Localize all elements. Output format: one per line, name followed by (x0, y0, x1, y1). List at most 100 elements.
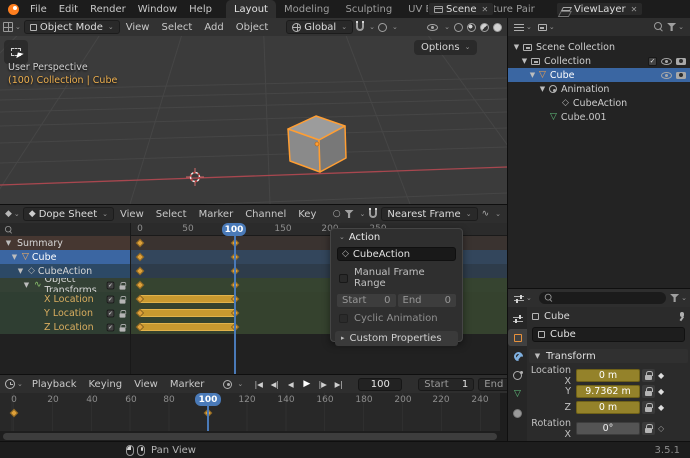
snap-icon[interactable] (369, 210, 377, 218)
channel-enable-checkbox[interactable]: ✓ (107, 309, 115, 317)
channel-x-location[interactable]: X Location ✓ (0, 292, 130, 306)
current-frame-field[interactable]: 100 (358, 378, 402, 391)
workspace-tab-modeling[interactable]: Modeling (276, 0, 338, 18)
jump-to-end-button[interactable]: ▶| (331, 380, 346, 389)
menu-render[interactable]: Render (84, 4, 132, 15)
keyframe-diamond[interactable] (10, 409, 18, 417)
manual-frame-range-checkbox[interactable]: Manual Frame Range (339, 267, 454, 289)
shading-material-icon[interactable] (480, 23, 489, 32)
start-frame-field[interactable]: Start 1 (418, 378, 474, 391)
lock-button[interactable] (642, 385, 655, 398)
hide-eye-icon[interactable] (661, 58, 672, 65)
view-layer-remove-button[interactable]: ✕ (631, 5, 638, 14)
tab-object-data[interactable]: ▽ (508, 386, 527, 403)
snap-mode-selector[interactable]: Nearest Frame ⌄ (381, 207, 477, 221)
menu-view[interactable]: View (128, 379, 164, 390)
disclosure-triangle-icon[interactable]: ▼ (538, 86, 547, 93)
tab-modifiers[interactable] (508, 348, 527, 365)
scene-selector[interactable]: Scene ✕ (428, 2, 494, 16)
playhead-line[interactable] (234, 223, 236, 374)
timeline-editor-type-button[interactable]: ⌄ (2, 376, 26, 392)
dopesheet-editor-type-button[interactable]: ◆ ⌄ (2, 206, 23, 222)
search-icon[interactable] (5, 226, 13, 234)
location-y-input[interactable]: 9.7362 m (576, 385, 640, 398)
playhead-frame-chip[interactable]: 100 (222, 223, 246, 236)
lock-icon[interactable] (120, 285, 126, 289)
disclosure-triangle-icon[interactable]: ▼ (4, 240, 13, 247)
menu-marker[interactable]: Marker (193, 209, 240, 220)
outliner-row-cube-001[interactable]: ▽ Cube.001 (508, 110, 690, 124)
keyframe-decorator-icon[interactable]: ◆ (658, 371, 664, 380)
menu-view[interactable]: View (114, 209, 150, 220)
object-name-field[interactable]: Cube (532, 327, 685, 342)
outliner-row-cube[interactable]: ▼ ▽ Cube (508, 68, 690, 82)
menu-file[interactable]: File (24, 4, 53, 15)
outliner-row-collection[interactable]: ▼ Collection ✓ (508, 54, 690, 68)
outliner-filter-button[interactable]: ⌄ (664, 19, 687, 35)
end-frame-field[interactable]: End (478, 378, 507, 391)
location-z-input[interactable]: 0 m (576, 401, 640, 414)
menu-select[interactable]: Select (155, 22, 198, 33)
lock-icon[interactable] (120, 299, 126, 303)
search-icon[interactable] (654, 22, 664, 32)
blender-logo-icon[interactable] (6, 4, 21, 15)
playhead-frame-chip[interactable]: 100 (195, 393, 221, 406)
outliner-row-animation[interactable]: ▼ Animation (508, 82, 690, 96)
menu-key[interactable]: Key (292, 209, 322, 220)
selected-key-range[interactable] (140, 323, 235, 331)
action-panel-header[interactable]: ⌄ Action (331, 229, 462, 245)
outliner-editor-type-button[interactable]: ⌄ (511, 19, 535, 35)
channel-cubeaction[interactable]: ▼ ◇ CubeAction (0, 264, 130, 278)
properties-search-input[interactable] (539, 292, 666, 304)
menu-playback[interactable]: Playback (26, 379, 83, 390)
shading-wireframe-icon[interactable] (454, 23, 463, 32)
timeline-scrollbar[interactable] (3, 433, 497, 440)
disclosure-triangle-icon[interactable]: ▼ (22, 282, 31, 289)
workspace-tab-sculpting[interactable]: Sculpting (337, 0, 400, 18)
scene-unlink-button[interactable]: ✕ (482, 5, 489, 14)
tab-physics[interactable] (508, 367, 527, 384)
breadcrumb-object[interactable]: Cube (544, 311, 570, 322)
outliner-row-scene-collection[interactable]: ▼ Scene Collection (508, 40, 690, 54)
cyclic-animation-checkbox[interactable]: Cyclic Animation (339, 313, 454, 324)
keyframe-decorator-icon[interactable]: ◇ (658, 424, 664, 433)
viewport-editor-type-button[interactable]: ⌄ (0, 19, 24, 35)
menu-marker[interactable]: Marker (164, 379, 211, 390)
pin-icon[interactable] (677, 312, 686, 321)
overlays-toggle-icon[interactable] (427, 24, 438, 31)
channel-summary[interactable]: ▼ Summary (0, 236, 130, 250)
selected-key-range[interactable] (140, 309, 235, 317)
transform-section-header[interactable]: ▼ Transform (529, 349, 688, 363)
rotation-x-input[interactable]: 0° (576, 422, 640, 435)
channel-cube[interactable]: ▼ ▽ Cube (0, 250, 130, 264)
snap-toggle[interactable] (353, 19, 367, 35)
menu-help[interactable]: Help (183, 4, 218, 15)
options-dropdown[interactable]: Options ⌄ (414, 40, 477, 55)
menu-edit[interactable]: Edit (53, 4, 84, 15)
menu-window[interactable]: Window (132, 4, 183, 15)
menu-object[interactable]: Object (230, 22, 275, 33)
disable-render-camera-icon[interactable] (676, 58, 686, 65)
disclosure-triangle-icon[interactable]: ▼ (512, 44, 521, 51)
active-tool-button[interactable] (4, 40, 28, 64)
custom-properties-section[interactable]: ▸ Custom Properties (335, 331, 458, 346)
channel-enable-checkbox[interactable]: ✓ (107, 323, 115, 331)
frame-range-start-field[interactable]: Start 0 (337, 294, 396, 307)
jump-to-start-button[interactable]: |◀ (251, 380, 266, 389)
transform-orientation-selector[interactable]: Global ⌄ (286, 20, 353, 34)
outliner-display-mode-button[interactable]: ⌄ (535, 19, 558, 35)
tab-tool[interactable] (508, 310, 527, 327)
mode-selector[interactable]: Object Mode ⌄ (24, 20, 120, 34)
proportional-editing-toggle[interactable] (375, 19, 390, 35)
lock-button[interactable] (642, 422, 655, 435)
lock-icon[interactable] (120, 327, 126, 331)
hide-eye-icon[interactable] (661, 72, 672, 79)
disclosure-triangle-icon[interactable]: ▼ (520, 58, 529, 65)
lock-icon[interactable] (120, 313, 126, 317)
location-x-input[interactable]: 0 m (576, 369, 640, 382)
lock-button[interactable] (642, 369, 655, 382)
channel-z-location[interactable]: Z Location ✓ (0, 320, 130, 334)
channel-y-location[interactable]: Y Location ✓ (0, 306, 130, 320)
keyframe-decorator-icon[interactable]: ◆ (658, 403, 664, 412)
disclosure-triangle-icon[interactable]: ▼ (16, 268, 25, 275)
